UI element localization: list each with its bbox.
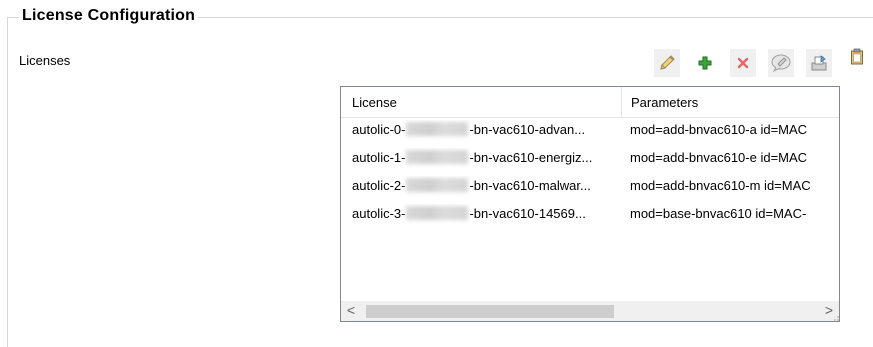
edit-pencil-icon xyxy=(657,53,677,73)
delete-x-icon xyxy=(735,55,751,71)
add-plus-icon xyxy=(697,55,713,71)
export-button[interactable] xyxy=(806,49,832,77)
parameters-cell: mod=add-bnvac610-e id=MAC xyxy=(630,150,808,165)
license-suffix: -bn-vac610-malwar... xyxy=(469,178,591,193)
licenses-label: Licenses xyxy=(19,53,71,68)
scrollbar-thumb[interactable] xyxy=(366,305,614,318)
redacted-block xyxy=(406,178,469,192)
group-border-left xyxy=(7,17,8,347)
parameters-cell: mod=base-bnvac610 id=MAC- xyxy=(630,206,807,221)
delete-button[interactable] xyxy=(730,49,756,77)
edit-button[interactable] xyxy=(654,49,680,77)
horizontal-scrollbar[interactable]: < > xyxy=(341,301,839,321)
redacted-block xyxy=(406,122,469,136)
parameters-cell: mod=add-bnvac610-m id=MAC xyxy=(630,178,811,193)
license-prefix: autolic-0- xyxy=(352,122,406,137)
license-prefix: autolic-2- xyxy=(352,178,406,193)
license-suffix: -bn-vac610-energiz... xyxy=(469,150,593,165)
list-header: License Parameters xyxy=(341,87,839,118)
export-icon xyxy=(809,53,829,73)
license-cell: autolic-3- -bn-vac610-14569... xyxy=(352,204,617,232)
resize-grip-icon[interactable] xyxy=(830,312,840,322)
list-row[interactable]: autolic-3- -bn-vac610-14569... mod=base-b… xyxy=(341,204,839,232)
redacted-block xyxy=(406,206,469,220)
license-cell: autolic-2- -bn-vac610-malwar... xyxy=(352,176,617,204)
clipboard-icon xyxy=(850,48,864,66)
list-row[interactable]: autolic-2- -bn-vac610-malwar... mod=add-b… xyxy=(341,176,839,204)
add-button[interactable] xyxy=(692,49,718,77)
list-row[interactable]: autolic-0- -bn-vac610-advan... mod=add-bn… xyxy=(341,120,839,148)
list-rows: autolic-0- -bn-vac610-advan... mod=add-bn… xyxy=(341,120,839,232)
license-cell: autolic-1- -bn-vac610-energiz... xyxy=(352,148,617,176)
redacted-block xyxy=(406,150,469,164)
comment-icon xyxy=(770,53,792,73)
licenses-toolbar xyxy=(654,43,870,77)
comment-button[interactable] xyxy=(768,49,794,77)
license-cell: autolic-0- -bn-vac610-advan... xyxy=(352,120,617,148)
group-title: License Configuration xyxy=(19,7,199,25)
parameters-cell: mod=add-bnvac610-a id=MAC xyxy=(630,122,808,137)
license-suffix: -bn-vac610-14569... xyxy=(469,206,586,221)
license-prefix: autolic-1- xyxy=(352,150,406,165)
clipboard-button[interactable] xyxy=(844,43,870,71)
scroll-left-arrow[interactable]: < xyxy=(341,301,361,321)
column-header-parameters[interactable]: Parameters xyxy=(621,87,839,117)
licenses-list[interactable]: License Parameters autolic-0- -bn-vac610-… xyxy=(340,86,840,322)
column-header-license[interactable]: License xyxy=(341,87,622,117)
license-prefix: autolic-3- xyxy=(352,206,406,221)
list-row[interactable]: autolic-1- -bn-vac610-energiz... mod=add-… xyxy=(341,148,839,176)
license-suffix: -bn-vac610-advan... xyxy=(469,122,586,137)
